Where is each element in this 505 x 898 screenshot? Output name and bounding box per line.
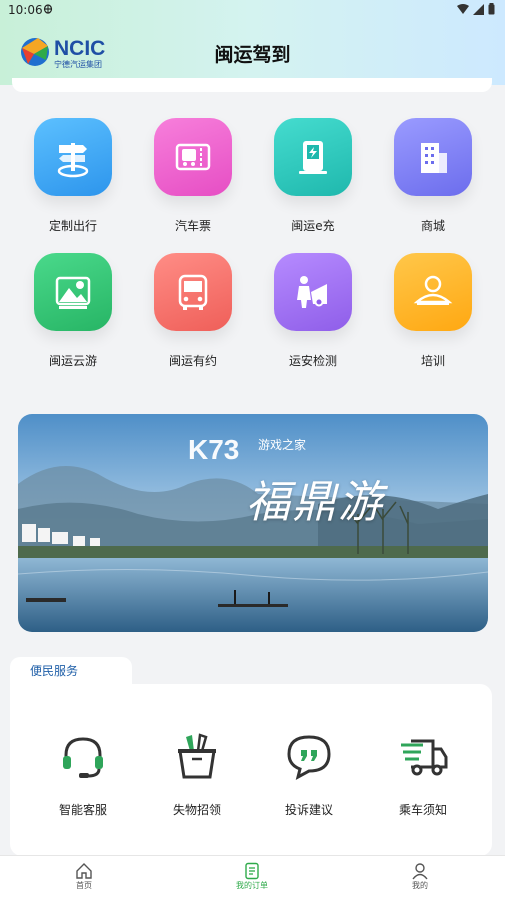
bus-ticket-icon bbox=[154, 118, 232, 196]
tab-label: 我的订单 bbox=[236, 881, 268, 890]
grid-item-label: 定制出行 bbox=[48, 219, 97, 233]
truck-notice-icon bbox=[368, 726, 478, 786]
headset-icon bbox=[28, 726, 138, 786]
feedback-icon bbox=[254, 726, 364, 786]
banner-calligraphy: 福鼎游 bbox=[246, 477, 384, 528]
service-riding-notice[interactable]: 乘车须知 bbox=[368, 726, 478, 818]
battery-icon bbox=[488, 3, 495, 15]
building-icon bbox=[394, 118, 472, 196]
status-time: 10:06 bbox=[8, 3, 43, 17]
grid-item-safety-check[interactable]: 运安检测 bbox=[253, 253, 373, 369]
grid-item-label: 汽车票 bbox=[174, 219, 211, 233]
grid-item-label: 闽运e充 bbox=[291, 219, 335, 233]
tab-label: 我的 bbox=[412, 881, 428, 890]
grid-item-label: 闽运云游 bbox=[48, 354, 97, 368]
tab-my-orders[interactable]: 我的订单 bbox=[212, 862, 292, 891]
profile-icon bbox=[380, 862, 460, 880]
lost-found-icon bbox=[142, 726, 252, 786]
tab-profile[interactable]: 我的 bbox=[380, 862, 460, 891]
grid-item-mall[interactable]: 商城 bbox=[373, 118, 493, 234]
grid-item-label: 闽运有约 bbox=[168, 354, 217, 368]
charging-station-icon bbox=[274, 118, 352, 196]
service-customer-support[interactable]: 智能客服 bbox=[28, 726, 138, 818]
grid-item-custom-travel[interactable]: 定制出行 bbox=[13, 118, 133, 234]
orders-icon bbox=[212, 862, 292, 880]
grid-item-training[interactable]: 培训 bbox=[373, 253, 493, 369]
services-title: 便民服务 bbox=[30, 664, 79, 678]
bus-icon bbox=[154, 253, 232, 331]
grid-item-bus-ticket[interactable]: 汽车票 bbox=[133, 118, 253, 234]
promo-banner[interactable]: K73 游戏之家 福鼎游 bbox=[18, 414, 488, 632]
car-inspection-icon bbox=[274, 253, 352, 331]
service-lost-found[interactable]: 失物招领 bbox=[142, 726, 252, 818]
status-bar: 10:06 bbox=[0, 0, 505, 22]
page-title: 闽运驾到 bbox=[214, 44, 291, 66]
service-label: 智能客服 bbox=[58, 803, 107, 817]
services-card: 智能客服 失物招领 投诉建议 乘车须知 bbox=[10, 684, 492, 856]
grid-item-cloud-tour[interactable]: 闽运云游 bbox=[13, 253, 133, 369]
tab-label: 首页 bbox=[76, 881, 92, 890]
watermark-k73: K73 bbox=[188, 434, 240, 465]
tab-home[interactable]: 首页 bbox=[44, 862, 124, 891]
top-card-edge bbox=[12, 78, 492, 92]
landscape-icon bbox=[34, 253, 112, 331]
signpost-icon bbox=[34, 118, 112, 196]
bug-icon bbox=[42, 2, 54, 17]
home-icon bbox=[44, 862, 124, 880]
service-label: 乘车须知 bbox=[398, 803, 447, 817]
signal-icon bbox=[473, 3, 484, 15]
grid-item-e-charge[interactable]: 闽运e充 bbox=[253, 118, 373, 234]
service-feedback[interactable]: 投诉建议 bbox=[254, 726, 364, 818]
bottom-tab-bar: 首页 我的订单 我的 bbox=[0, 855, 505, 898]
driver-icon bbox=[394, 253, 472, 331]
grid-item-label: 运安检测 bbox=[288, 354, 337, 368]
service-label: 投诉建议 bbox=[284, 803, 333, 817]
wifi-icon bbox=[457, 3, 469, 14]
grid-item-appointment[interactable]: 闽运有约 bbox=[133, 253, 253, 369]
grid-item-label: 培训 bbox=[420, 354, 445, 368]
grid-item-label: 商城 bbox=[420, 219, 445, 233]
watermark-subtitle: 游戏之家 bbox=[258, 438, 307, 452]
services-section-tab: 便民服务 bbox=[10, 657, 132, 689]
service-label: 失物招领 bbox=[172, 803, 221, 817]
